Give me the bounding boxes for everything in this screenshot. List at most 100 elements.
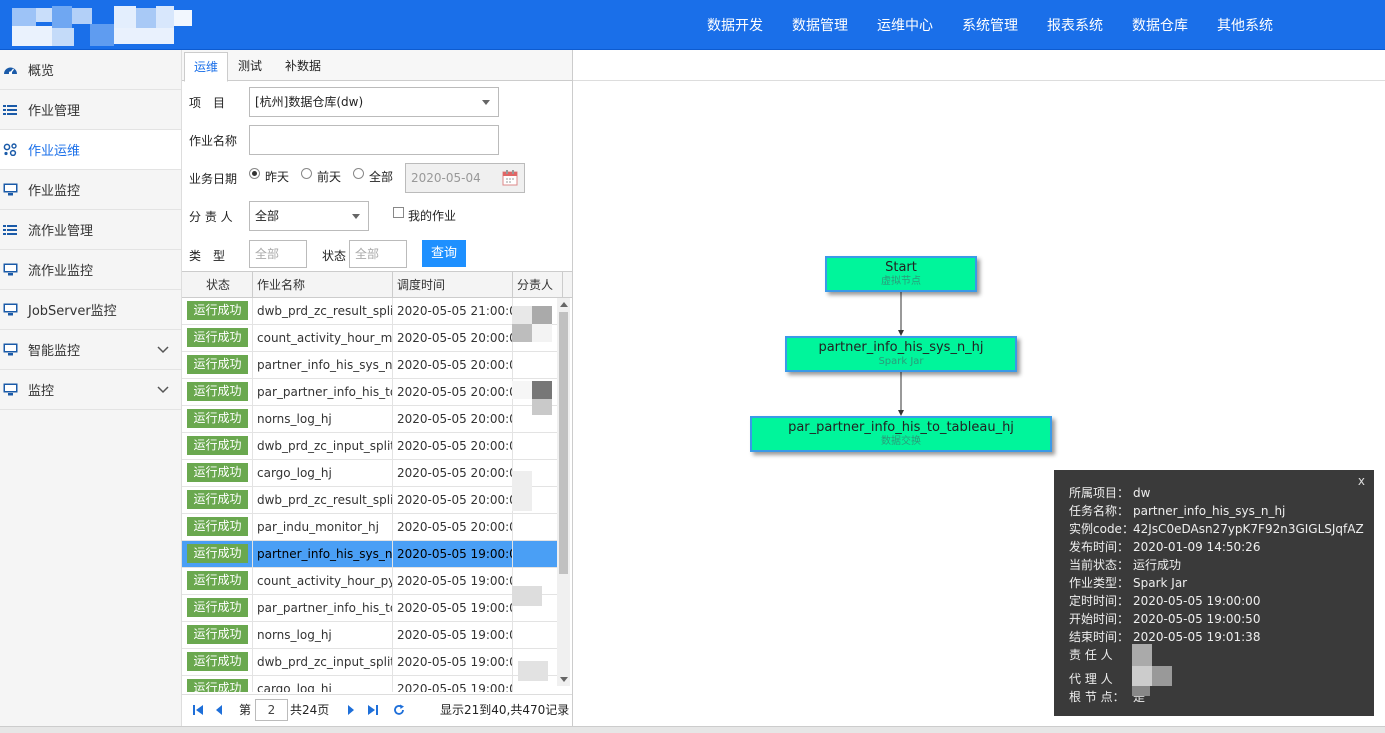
- owner-redacted: [532, 306, 552, 324]
- table-row[interactable]: 运行成功 dwb_prd_zc_input_split_c 2020-05-05…: [182, 649, 557, 676]
- cell-divider: [252, 460, 253, 486]
- nav-ops-center[interactable]: 运维中心: [877, 0, 933, 49]
- table-row[interactable]: 运行成功 count_activity_hour_py_d 2020-05-05…: [182, 568, 557, 595]
- nav-data-warehouse[interactable]: 数据仓库: [1132, 0, 1188, 49]
- tab-backfill[interactable]: 补数据: [278, 52, 328, 80]
- col-status[interactable]: 状态: [206, 272, 230, 298]
- table-row[interactable]: 运行成功 count_activity_hour_mes 2020-05-05 …: [182, 325, 557, 352]
- job-name-cell: cargo_log_hj: [257, 466, 332, 480]
- table-row[interactable]: 运行成功 par_indu_monitor_hj 2020-05-05 20:0…: [182, 514, 557, 541]
- chevron-down-icon[interactable]: [157, 343, 169, 358]
- cell-divider: [392, 649, 393, 675]
- info-value: Spark Jar: [1133, 576, 1188, 590]
- schedule-time-cell: 2020-05-05 19:00:00: [397, 574, 513, 588]
- sidebar-item-stream-job-monitor[interactable]: 流作业监控: [0, 250, 181, 290]
- table-row[interactable]: 运行成功 partner_info_his_sys_n_h 2020-05-05…: [182, 352, 557, 379]
- sidebar-item-smart-monitor[interactable]: 智能监控: [0, 330, 181, 370]
- sidebar-item-stream-job-mgmt[interactable]: 流作业管理: [0, 210, 181, 250]
- project-select[interactable]: [杭州]数据仓库(dw): [249, 87, 499, 117]
- schedule-time-cell: 2020-05-05 19:00:00: [397, 547, 513, 561]
- refresh-icon[interactable]: [393, 704, 405, 719]
- job-name-cell: dwb_prd_zc_result_split_: [257, 304, 392, 318]
- page-prefix: 第: [239, 703, 252, 717]
- info-key: 当前状态：: [1069, 558, 1130, 572]
- job-name-cell: par_partner_info_his_to_: [257, 385, 392, 399]
- table-scrollbar[interactable]: [557, 298, 570, 686]
- my-jobs-checkbox[interactable]: [393, 207, 404, 218]
- table-row[interactable]: 运行成功 par_partner_info_his_to_ 2020-05-05…: [182, 595, 557, 622]
- dag-node-par-partner-info[interactable]: par_partner_info_his_to_tableau_hj 数据交换: [750, 416, 1052, 452]
- last-page-icon[interactable]: [367, 704, 379, 719]
- table-row[interactable]: 运行成功 par_partner_info_his_to_ 2020-05-05…: [182, 379, 557, 406]
- col-job-name[interactable]: 作业名称: [257, 272, 305, 298]
- cell-divider: [252, 568, 253, 594]
- node-subtitle: 虚拟节点: [881, 276, 921, 287]
- tab-bar: 运维 测试 补数据: [182, 50, 572, 82]
- nav-report-system[interactable]: 报表系统: [1047, 0, 1103, 49]
- owner-redacted: [1132, 666, 1152, 686]
- status-badge: 运行成功: [187, 544, 248, 563]
- info-row: 任务名称： partner_info_his_sys_n_hj: [1069, 502, 1285, 520]
- table-row[interactable]: 运行成功 dwb_prd_zc_result_split_ 2020-05-05…: [182, 298, 557, 325]
- close-icon[interactable]: x: [1358, 474, 1365, 488]
- col-divider: [392, 272, 393, 298]
- node-title: par_partner_info_his_to_tableau_hj: [788, 420, 1014, 435]
- nav-system-mgmt[interactable]: 系统管理: [962, 0, 1018, 49]
- status-input[interactable]: 全部: [349, 240, 407, 268]
- logo[interactable]: [0, 0, 200, 49]
- cell-divider: [392, 460, 393, 486]
- table-row[interactable]: 运行成功 cargo_log_hj 2020-05-05 19:00:00: [182, 676, 557, 692]
- page-number-input[interactable]: 2: [255, 699, 288, 721]
- next-page-icon[interactable]: [346, 704, 356, 719]
- scroll-down-icon[interactable]: [560, 677, 568, 682]
- cell-divider: [392, 568, 393, 594]
- nav-data-mgmt[interactable]: 数据管理: [792, 0, 848, 49]
- table-row[interactable]: 运行成功 dwb_prd_zc_input_split_c 2020-05-05…: [182, 433, 557, 460]
- owner-select[interactable]: 全部: [249, 201, 369, 231]
- sidebar-item-overview[interactable]: 概览: [0, 50, 181, 90]
- sidebar-item-jobserver-monitor[interactable]: JobServer监控: [0, 290, 181, 330]
- info-row: 作业类型： Spark Jar: [1069, 574, 1187, 592]
- job-table: 状态 作业名称 调度时间 分责人 运行成功 dwb_prd_zc_result_…: [182, 271, 572, 692]
- query-button[interactable]: 查询: [422, 240, 466, 267]
- dag-node-partner-info[interactable]: partner_info_his_sys_n_hj Spark Jar: [785, 336, 1017, 372]
- radio-daybefore[interactable]: [301, 168, 312, 179]
- owner-label: 分 责 人: [189, 210, 233, 224]
- radio-all[interactable]: [353, 168, 364, 179]
- nav-other-systems[interactable]: 其他系统: [1217, 0, 1273, 49]
- radio-yesterday[interactable]: [249, 168, 260, 179]
- chevron-down-icon[interactable]: [157, 383, 169, 398]
- sidebar-item-job-ops[interactable]: 作业运维: [0, 130, 181, 170]
- table-row-selected[interactable]: 运行成功 partner_info_his_sys_n_h 2020-05-05…: [182, 541, 557, 568]
- sidebar-item-job-monitor[interactable]: 作业监控: [0, 170, 181, 210]
- table-row[interactable]: 运行成功 norns_log_hj 2020-05-05 19:00:00: [182, 622, 557, 649]
- calendar-icon[interactable]: [502, 170, 518, 189]
- job-name-cell: partner_info_his_sys_n_h: [257, 358, 392, 372]
- nav-data-dev[interactable]: 数据开发: [707, 0, 763, 49]
- tab-ops[interactable]: 运维: [184, 52, 228, 82]
- owner-redacted: [512, 324, 532, 342]
- type-input[interactable]: 全部: [249, 240, 307, 268]
- sidebar-item-label: 作业监控: [28, 184, 81, 199]
- dag-node-start[interactable]: Start 虚拟节点: [825, 256, 977, 292]
- col-owner[interactable]: 分责人: [517, 272, 553, 298]
- prev-page-icon[interactable]: [214, 704, 224, 719]
- sidebar-item-label: 流作业管理: [28, 224, 94, 239]
- cell-divider: [392, 433, 393, 459]
- status-badge: 运行成功: [187, 355, 248, 374]
- scroll-up-icon[interactable]: [560, 302, 568, 307]
- table-row[interactable]: 运行成功 cargo_log_hj 2020-05-05 20:00:00: [182, 460, 557, 487]
- job-name-cell: par_partner_info_his_to_: [257, 601, 392, 615]
- first-page-icon[interactable]: [192, 704, 204, 719]
- table-row[interactable]: 运行成功 dwb_prd_zc_result_split_ 2020-05-05…: [182, 487, 557, 514]
- radio-yesterday-label: 昨天: [265, 170, 290, 184]
- cell-divider: [512, 352, 513, 378]
- table-row[interactable]: 运行成功 norns_log_hj 2020-05-05 20:00:00: [182, 406, 557, 433]
- job-name-input[interactable]: [249, 125, 499, 155]
- sidebar-item-monitor[interactable]: 监控: [0, 370, 181, 410]
- monitor-icon: [2, 343, 18, 357]
- sidebar-item-job-mgmt[interactable]: 作业管理: [0, 90, 181, 130]
- scrollbar-thumb[interactable]: [559, 312, 568, 574]
- col-schedule-time[interactable]: 调度时间: [397, 272, 445, 298]
- tab-test[interactable]: 测试: [230, 52, 270, 80]
